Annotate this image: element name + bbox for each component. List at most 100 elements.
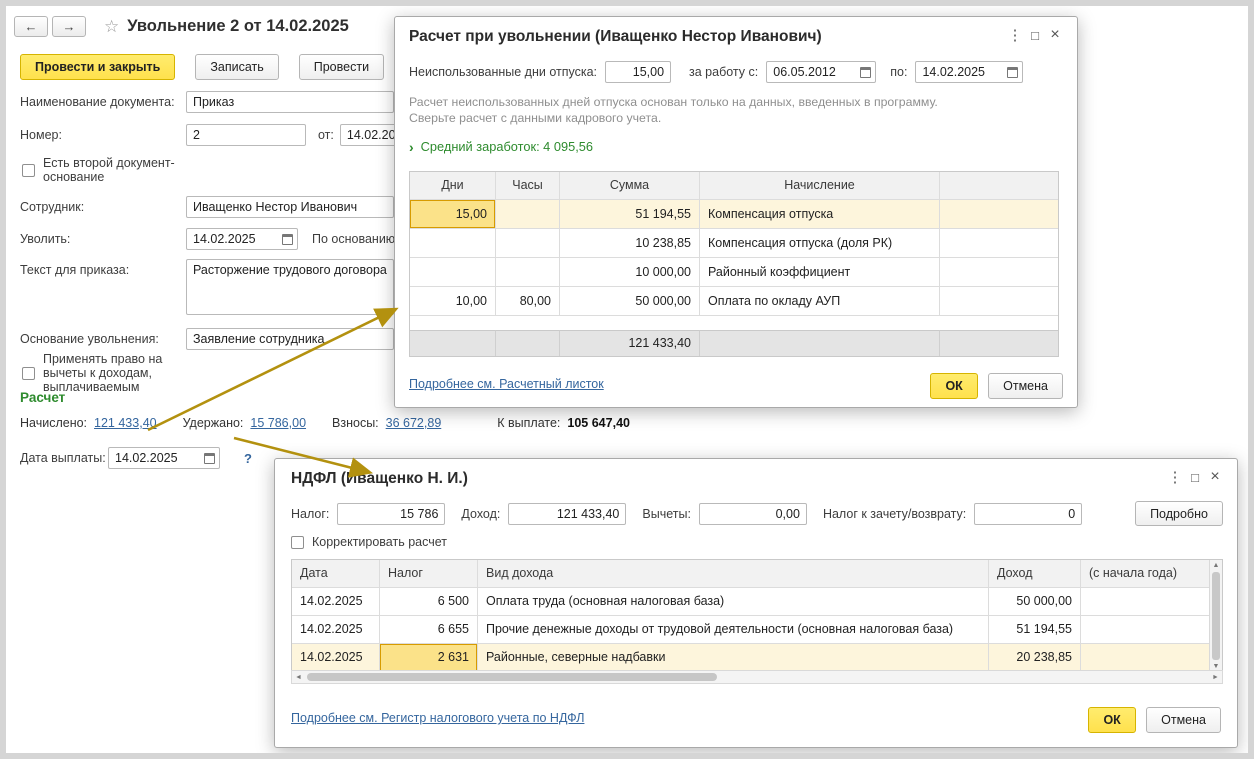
cell-hours[interactable] [496, 258, 560, 287]
cancel-button[interactable]: Отмена [1146, 707, 1221, 733]
details-button[interactable]: Подробно [1135, 501, 1223, 526]
cell-tax[interactable]: 6 500 [380, 588, 478, 616]
calendar-icon[interactable] [282, 234, 293, 245]
dismiss-date-field [186, 228, 298, 250]
cell-days[interactable] [410, 258, 496, 287]
contributions-link[interactable]: 36 672,89 [386, 416, 442, 430]
cell-income[interactable]: 51 194,55 [989, 616, 1081, 644]
table-row[interactable]: 14.02.2025 6 655 Прочие денежные доходы … [292, 616, 1209, 644]
withheld-link[interactable]: 15 786,00 [250, 416, 306, 430]
cell-sum[interactable]: 51 194,55 [560, 200, 700, 229]
second-doc-checkbox[interactable] [22, 164, 35, 177]
cell-income-type[interactable]: Районные, северные надбавки [478, 644, 989, 672]
table-row[interactable]: 14.02.2025 2 631 Районные, северные надб… [292, 644, 1209, 672]
deductions-input[interactable] [699, 503, 807, 525]
cell-income-type[interactable]: Прочие денежные доходы от трудовой деяте… [478, 616, 989, 644]
write-button[interactable]: Записать [195, 54, 278, 80]
table-row[interactable]: 10 000,00 Районный коэффициент [410, 258, 1058, 287]
adjust-checkbox[interactable] [291, 536, 304, 549]
cell-sum[interactable]: 50 000,00 [560, 287, 700, 316]
scroll-left-icon[interactable]: ◄ [292, 674, 305, 681]
number-input[interactable] [186, 124, 306, 146]
cell-hours[interactable]: 80,00 [496, 287, 560, 316]
dismiss-basis-label: По основанию [312, 232, 395, 246]
accrued-link[interactable]: 121 433,40 [94, 416, 157, 430]
employee-input[interactable] [186, 196, 394, 218]
payslip-link[interactable]: Подробнее см. Расчетный листок [409, 377, 604, 391]
calendar-icon[interactable] [860, 67, 871, 78]
col-header-hours: Часы [496, 172, 560, 200]
forward-button[interactable]: → [52, 16, 86, 37]
vychet-label: Применять право на вычеты к доходам, вып… [43, 352, 209, 394]
maximize-icon[interactable]: □ [1025, 28, 1045, 43]
cancel-button[interactable]: Отмена [988, 373, 1063, 399]
cell-date[interactable]: 14.02.2025 [292, 616, 380, 644]
cell-days[interactable]: 15,00 [410, 200, 496, 229]
table-row[interactable]: 10 238,85 Компенсация отпуска (доля РК) [410, 229, 1058, 258]
more-menu-icon[interactable]: ⋮ [1005, 26, 1025, 44]
ndfl-register-link[interactable]: Подробнее см. Регистр налогового учета п… [291, 711, 584, 725]
cell-accrual[interactable]: Оплата по окладу АУП [700, 287, 940, 316]
maximize-icon[interactable]: □ [1185, 470, 1205, 485]
cell-ytd[interactable] [1081, 616, 1209, 644]
cell-tax[interactable]: 2 631 [380, 644, 478, 672]
ok-button[interactable]: ОК [930, 373, 978, 399]
cell-date[interactable]: 14.02.2025 [292, 644, 380, 672]
table-row[interactable]: 10,00 80,00 50 000,00 Оплата по окладу А… [410, 287, 1058, 316]
cell-accrual[interactable]: Компенсация отпуска [700, 200, 940, 229]
cell-empty[interactable] [940, 229, 1058, 258]
offset-input[interactable] [974, 503, 1082, 525]
table-row[interactable]: 15,00 51 194,55 Компенсация отпуска [410, 200, 1058, 229]
close-icon[interactable]: × [1205, 468, 1225, 486]
cell-ytd[interactable] [1081, 588, 1209, 616]
cell-sum[interactable]: 10 000,00 [560, 258, 700, 287]
cell-hours[interactable] [496, 229, 560, 258]
payslip-link-wrap: Подробнее см. Расчетный листок [409, 377, 604, 391]
favorite-star-icon[interactable]: ☆ [104, 17, 119, 37]
cell-income-type[interactable]: Оплата труда (основная налоговая база) [478, 588, 989, 616]
cell-date[interactable]: 14.02.2025 [292, 588, 380, 616]
cell-sum[interactable]: 10 238,85 [560, 229, 700, 258]
cell-days[interactable] [410, 229, 496, 258]
table-row[interactable]: 14.02.2025 6 500 Оплата труда (основная … [292, 588, 1209, 616]
cell-hours[interactable] [496, 200, 560, 229]
doc-name-input[interactable] [186, 91, 394, 113]
cell-empty[interactable] [940, 258, 1058, 287]
cell-income[interactable]: 50 000,00 [989, 588, 1081, 616]
help-icon[interactable]: ? [244, 451, 252, 466]
vertical-scrollbar[interactable]: ▲ ▼ [1209, 560, 1222, 672]
post-and-close-button[interactable]: Провести и закрыть [20, 54, 175, 80]
post-button[interactable]: Провести [299, 54, 384, 80]
calendar-icon[interactable] [1007, 67, 1018, 78]
close-icon[interactable]: × [1045, 26, 1065, 44]
back-arrow-icon: ← [25, 19, 38, 34]
cell-empty[interactable] [940, 287, 1058, 316]
back-button[interactable]: ← [14, 16, 48, 37]
reason-input[interactable] [186, 328, 394, 350]
vychet-checkbox[interactable] [22, 367, 35, 380]
horizontal-scroll-thumb[interactable] [307, 673, 717, 681]
average-earnings-expander[interactable]: › Средний заработок: 4 095,56 [409, 139, 593, 154]
cell-days[interactable]: 10,00 [410, 287, 496, 316]
cell-tax[interactable]: 6 655 [380, 616, 478, 644]
cell-ytd[interactable] [1081, 644, 1209, 672]
horizontal-scrollbar[interactable]: ◄ ► [291, 670, 1223, 684]
ndfl-table-grid: Дата Налог Вид дохода Доход (с начала го… [292, 560, 1209, 672]
scroll-right-icon[interactable]: ► [1209, 674, 1222, 681]
ok-button[interactable]: ОК [1088, 707, 1136, 733]
vertical-scroll-thumb[interactable] [1212, 572, 1220, 660]
more-menu-icon[interactable]: ⋮ [1165, 468, 1185, 486]
horizontal-scroll-track[interactable] [305, 671, 1209, 683]
cell-empty[interactable] [940, 200, 1058, 229]
cell-accrual[interactable]: Компенсация отпуска (доля РК) [700, 229, 940, 258]
income-input[interactable] [508, 503, 626, 525]
col-header-ytd: (с начала года) [1081, 560, 1209, 588]
calendar-icon[interactable] [204, 453, 215, 464]
scroll-up-icon[interactable]: ▲ [1210, 560, 1222, 571]
tax-input[interactable] [337, 503, 445, 525]
order-text-area[interactable]: Расторжение трудового договора [186, 259, 394, 315]
unused-days-input[interactable] [605, 61, 671, 83]
cell-income[interactable]: 20 238,85 [989, 644, 1081, 672]
cell-accrual[interactable]: Районный коэффициент [700, 258, 940, 287]
employee-label: Сотрудник: [20, 200, 186, 214]
